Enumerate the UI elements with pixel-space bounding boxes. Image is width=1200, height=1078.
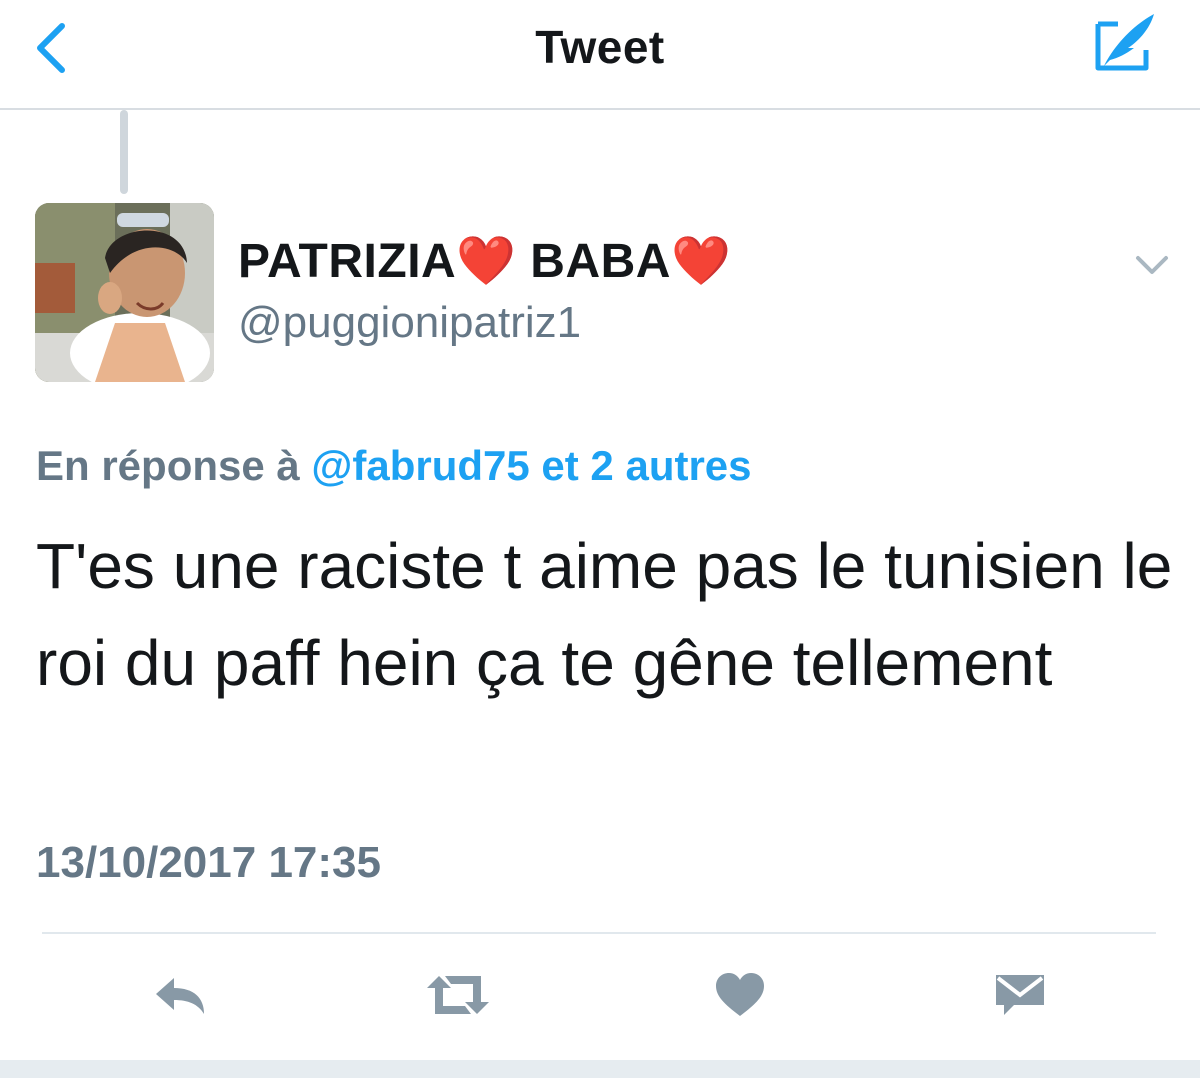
display-name[interactable]: PATRIZIA❤️ BABA❤️ [238,232,731,289]
retweet-button[interactable] [418,960,498,1030]
tweet-options-button[interactable] [1132,250,1172,280]
reply-button[interactable] [140,960,220,1030]
like-button[interactable] [700,960,780,1030]
reply-context: En réponse à @fabrud75 et 2 autres [36,442,752,490]
tweet-text: T'es une raciste t aime pas le tunisien … [36,530,1173,699]
tweet-timestamp: 13/10/2017 17:35 [36,838,381,887]
envelope-icon [996,975,1044,1015]
nav-bar: Tweet [0,0,1200,110]
direct-message-button[interactable] [980,960,1060,1030]
bottom-separator [0,1060,1200,1078]
profile-photo [35,203,214,382]
reply-prefix: En réponse à [36,442,312,489]
heart-icon [716,973,764,1016]
reply-icon [156,978,204,1014]
page-title: Tweet [535,21,665,73]
thread-connector [120,110,128,194]
retweet-icon [427,976,489,1014]
user-handle[interactable]: @puggionipatriz1 [238,298,581,348]
avatar[interactable] [35,203,214,382]
compose-quill-icon [1095,14,1154,71]
chevron-down-icon [1136,256,1168,274]
reply-mention-link[interactable]: @fabrud75 et 2 autres [311,442,751,489]
divider [42,932,1156,934]
compose-button[interactable] [1088,10,1160,76]
